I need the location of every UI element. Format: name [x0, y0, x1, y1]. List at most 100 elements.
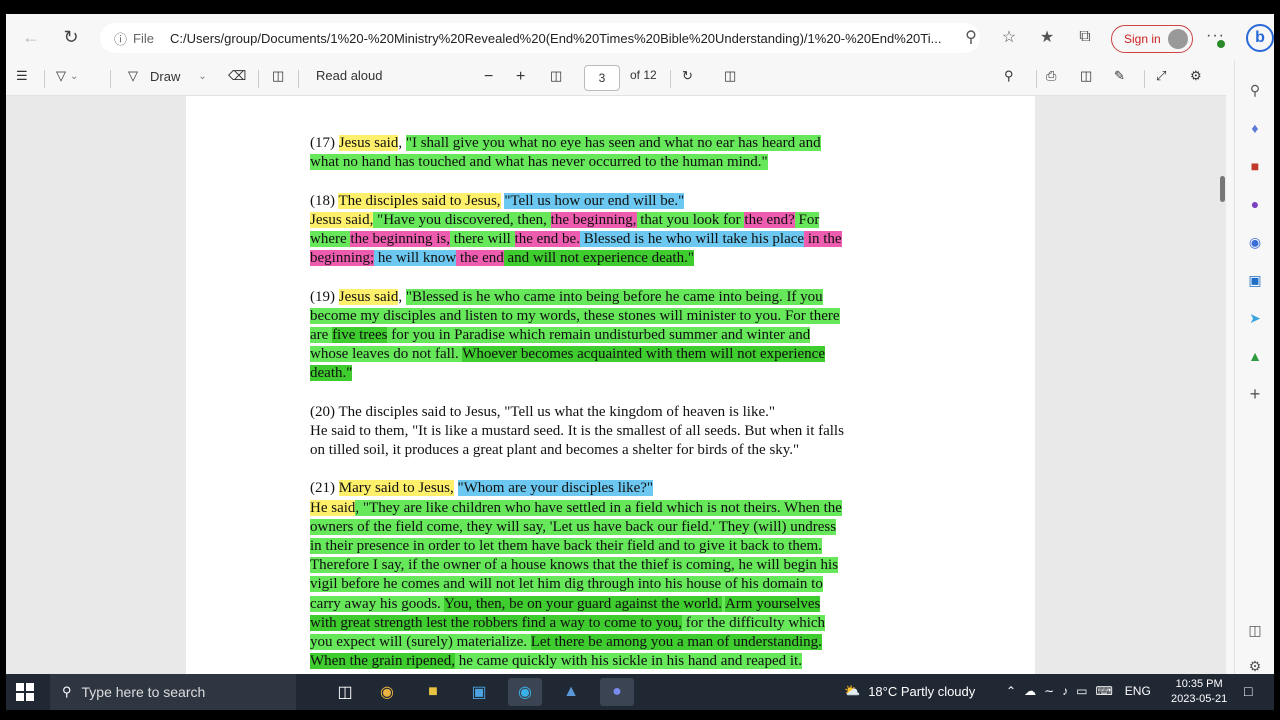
zoom-icon[interactable]: ⚲	[956, 22, 986, 52]
clock-date: 2023-05-21	[1171, 693, 1228, 705]
highlighted-text: "Have you discovered, then,	[373, 211, 551, 228]
draw-button[interactable]: ▽ Draw ⌄	[128, 68, 207, 84]
tree-icon[interactable]: ▲	[1245, 346, 1265, 366]
pdf-viewer[interactable]: (17) Jesus said, "I shall give you what …	[6, 96, 1226, 674]
file-explorer-icon[interactable]: ■	[416, 678, 450, 706]
highlighted-text: what no hand has touched and what has ne…	[310, 154, 768, 171]
collections-icon[interactable]: ⧉	[1070, 22, 1100, 52]
text-segment: (17)	[310, 135, 339, 151]
highlighted-text: Jesus said	[338, 288, 399, 305]
text-segment: (19)	[310, 288, 339, 305]
read-aloud-button[interactable]: Read aloud	[316, 68, 383, 83]
add-icon[interactable]: +	[1245, 384, 1265, 404]
people-icon[interactable]: ●	[1245, 194, 1265, 214]
refresh-icon[interactable]: ↻	[56, 22, 86, 52]
text-segment: (21)	[310, 480, 339, 497]
rotate-icon[interactable]: ↻	[682, 68, 693, 84]
sidebar-layout-icon[interactable]: ◫	[1245, 620, 1265, 640]
task-view-icon[interactable]: ◫	[328, 678, 362, 706]
sign-in-label: Sign in	[1124, 32, 1161, 46]
taskbar-search-placeholder: Type here to search	[81, 684, 206, 700]
edge-sidebar: ⚲ ♦ ■ ● ◉ ▣ ➤ ▲ + ◫ ⚙	[1234, 60, 1274, 674]
add-favorite-icon[interactable]: ☆	[994, 22, 1024, 52]
language-label[interactable]: ENG	[1125, 684, 1151, 698]
highlighted-text: you expect will (surely) materialize.	[310, 633, 531, 650]
highlighted-text: are	[310, 326, 333, 343]
print-icon[interactable]: ⎙	[1046, 68, 1056, 84]
text-line: are five trees for you in Paradise which…	[310, 326, 910, 345]
windows-start-icon[interactable]	[16, 683, 34, 701]
text-segment: (18)	[310, 192, 339, 209]
text-line: carry away his goods. You, then, be on y…	[310, 595, 910, 614]
page-number-input[interactable]: 3	[584, 65, 620, 91]
draw-icon: ▽	[128, 68, 138, 83]
edge-icon[interactable]: ◉	[508, 678, 542, 706]
favorites-icon[interactable]: ★	[1032, 22, 1062, 52]
search-icon[interactable]: ⚲	[1245, 80, 1265, 100]
battery-icon[interactable]: ▭	[1076, 684, 1087, 698]
update-badge	[1217, 40, 1225, 48]
save-as-icon[interactable]: ✎	[1114, 68, 1125, 84]
highlighted-text: in their presence in order to let them h…	[310, 537, 822, 554]
paragraph-p19: (19) Jesus said, "Blessed is he who came…	[310, 288, 910, 384]
weather-text: 18°C Partly cloudy	[868, 683, 976, 699]
highlighted-text: whose leaves do not fall.	[310, 346, 463, 363]
settings-icon[interactable]: ⚙	[1245, 656, 1265, 676]
fit-page-icon[interactable]: ◫	[550, 68, 562, 84]
keyboard-icon[interactable]: ⌨	[1095, 684, 1112, 698]
scrollbar-thumb[interactable]	[1220, 176, 1225, 202]
chrome-icon[interactable]: ◉	[370, 678, 404, 706]
highlighted-text: Jesus said,	[310, 211, 374, 228]
text-line: in their presence in order to let them h…	[310, 537, 910, 556]
bing-chat-icon[interactable]: b	[1246, 24, 1274, 52]
url-scheme-label: File	[133, 30, 154, 46]
contents-icon[interactable]: ☰	[16, 68, 28, 84]
scrollbar[interactable]	[1218, 96, 1226, 674]
tools-icon[interactable]: ■	[1245, 156, 1265, 176]
highlighted-text: death."	[310, 365, 353, 382]
taskbar-search[interactable]: ⚲ Type here to search	[50, 674, 296, 710]
settings-icon[interactable]: ⚙	[1190, 68, 1202, 84]
highlighted-text: five trees	[332, 326, 388, 343]
text-line: with great strength lest the robbers fin…	[310, 614, 910, 633]
text-segment: on tilled soil, it produces a great plan…	[310, 442, 800, 458]
zoom-in-icon[interactable]: +	[516, 68, 525, 86]
highlighted-text: "Whom are your disciples like?"	[457, 480, 654, 497]
zoom-app-icon[interactable]: ●	[600, 678, 634, 706]
page-view-icon[interactable]: ◫	[724, 68, 736, 84]
highlighted-text: vigil before he comes and will not let h…	[310, 576, 823, 593]
highlighted-text: there will	[449, 230, 515, 247]
chevron-down-icon: ⌄	[198, 70, 207, 82]
url-bar[interactable]: ⓘ File C:/Users/group/Documents/1%20-%20…	[100, 23, 980, 53]
back-icon[interactable]: ←	[16, 22, 46, 52]
clock[interactable]: 10:35 PM 2023-05-21	[1171, 677, 1227, 707]
outlook-icon[interactable]: ▣	[1245, 270, 1265, 290]
highlighted-text: "Blessed is he who came into being befor…	[405, 288, 823, 305]
network-icon[interactable]: ∼	[1044, 684, 1054, 698]
volume-icon[interactable]: ♪	[1062, 684, 1068, 698]
pdf-page: (17) Jesus said, "I shall give you what …	[186, 96, 1035, 674]
notification-icon[interactable]: □	[1244, 683, 1252, 699]
highlight-icon[interactable]: ▽ ⌄	[56, 68, 78, 84]
send-icon[interactable]: ➤	[1245, 308, 1265, 328]
office-icon[interactable]: ◉	[1245, 232, 1265, 252]
text-line: (21) Mary said to Jesus, "Whom are your …	[310, 479, 910, 498]
save-icon[interactable]: ◫	[1080, 68, 1092, 84]
search-icon[interactable]: ⚲	[1004, 68, 1014, 84]
erase-icon[interactable]: ⌫	[228, 68, 246, 84]
highlighted-text: the beginning is,	[350, 230, 450, 247]
search-icon: ⚲	[62, 684, 72, 699]
weather-widget[interactable]: ⛅ 18°C Partly cloudy	[844, 683, 975, 699]
sign-in-button[interactable]: Sign in	[1111, 25, 1193, 53]
zoom-out-icon[interactable]: −	[484, 68, 493, 86]
cloud-icon[interactable]: ☁	[1024, 684, 1036, 698]
highlighted-text: He said	[310, 499, 356, 516]
app-icon[interactable]: ▣	[462, 678, 496, 706]
chevron-up-icon[interactable]: ⌃	[1006, 684, 1016, 698]
highlighted-text: Mary said to Jesus,	[338, 480, 454, 497]
photos-icon[interactable]: ▲	[554, 678, 588, 706]
tag-icon[interactable]: ♦	[1245, 118, 1265, 138]
fullscreen-icon[interactable]: ⤢	[1156, 68, 1166, 84]
text-icon[interactable]: ◫	[272, 68, 284, 84]
highlighted-text: Let there be among you a man of understa…	[530, 633, 822, 650]
